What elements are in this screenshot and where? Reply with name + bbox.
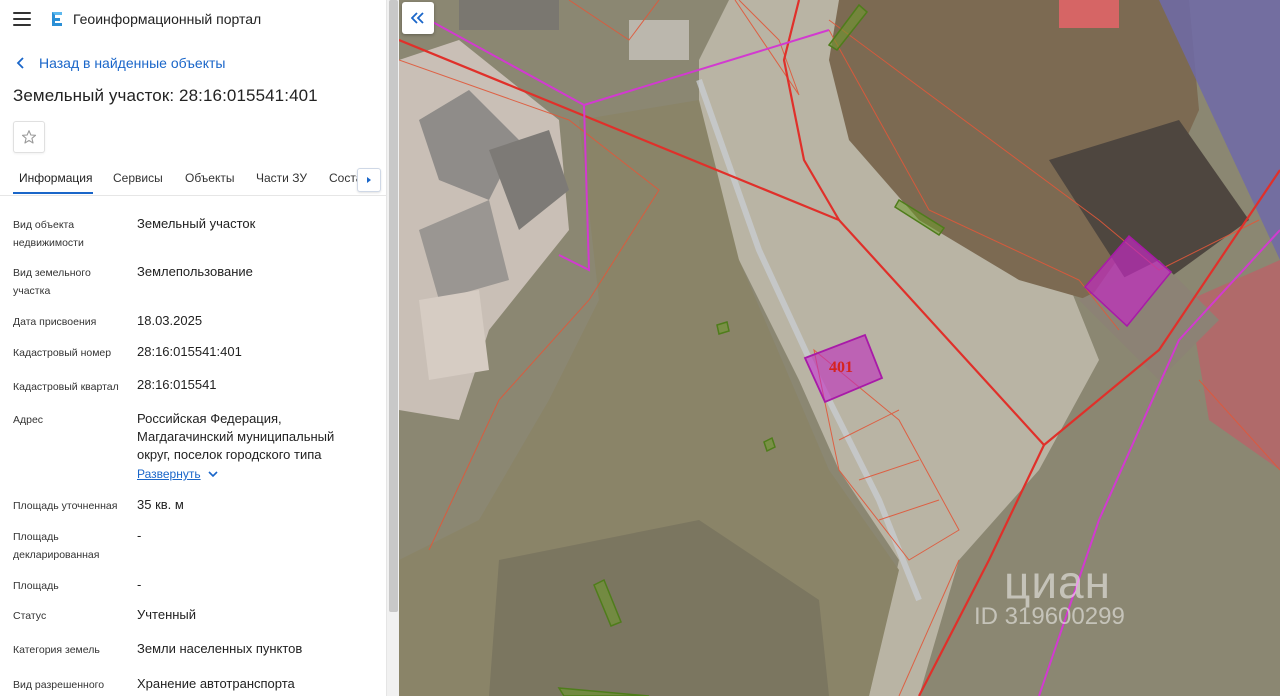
back-to-results-link[interactable]: Назад в найденные объекты [16,55,225,71]
app-title: Геоинформационный портал [73,11,262,27]
scrollbar-thumb[interactable] [389,0,398,612]
field-label: Кадастровый номер [13,347,112,359]
star-icon [21,130,37,144]
field-value: 35 кв. м [137,497,184,512]
address-value: Российская Федерация, Магдагачинский мун… [137,411,335,462]
tab-services[interactable]: Сервисы [113,171,163,185]
field-value: 18.03.2025 [137,313,203,328]
back-link-label: Назад в найденные объекты [39,55,226,71]
field-value: 28:16:015541:401 [137,344,242,359]
tabs-next-button[interactable] [357,168,381,192]
field-label: Площадь декларированная [13,531,100,561]
field-label: Адрес [13,414,44,426]
field-value: 28:16:015541 [137,377,217,392]
field-value: Землепользование [137,264,253,279]
collapse-panel-button[interactable] [402,2,434,34]
field-label: Вид объекта недвижимости [13,219,84,249]
field-value: - [137,528,142,543]
tab-parts[interactable]: Части ЗУ [256,171,307,185]
watermark-id: ID 319600299 [974,603,1125,630]
field-label: Площадь уточненная [13,500,118,512]
field-label: Вид разрешенного [13,679,105,691]
tab-bar: Информация Сервисы Объекты Части ЗУ Сост… [0,162,386,196]
chevron-left-icon [16,57,24,69]
field-label: Дата присвоения [13,316,97,328]
panel-scrollbar[interactable] [386,0,399,696]
parcel-number-label: 401 [829,359,853,376]
field-value: - [137,577,142,592]
expand-address-link[interactable]: Развернуть [137,467,218,481]
field-value: Хранение автотранспорта [137,676,295,691]
expand-label: Развернуть [137,467,201,481]
field-label: Категория земель [13,644,100,656]
field-value: Земельный участок [137,216,256,231]
info-panel: Геоинформационный портал Назад в найденн… [0,0,399,696]
field-label: Площадь [13,580,59,592]
active-tab-indicator [13,192,93,194]
double-chevron-left-icon [411,12,424,24]
chevron-down-icon [208,470,218,477]
favorite-button[interactable] [13,121,45,153]
top-bar: Геоинформационный портал [0,0,386,38]
watermark: циан ID 319600299 [954,555,1125,631]
hamburger-icon[interactable] [13,12,31,26]
page-title: Земельный участок: 28:16:015541:401 [13,86,318,105]
watermark-brand: циан [1004,556,1112,608]
portal-logo-icon [52,12,62,26]
field-label: Кадастровый квартал [13,381,119,393]
field-value: Учтенный [137,607,197,622]
field-label: Статус [13,610,47,622]
tab-objects[interactable]: Объекты [185,171,235,185]
triangle-right-icon [367,177,371,183]
satellite-imagery [399,0,1280,696]
map-view[interactable]: 401 циан ID 319600299 [399,0,1280,696]
tab-information[interactable]: Информация [19,171,92,185]
field-label: Вид земельного участка [13,267,91,297]
field-value: Земли населенных пунктов [137,641,303,656]
